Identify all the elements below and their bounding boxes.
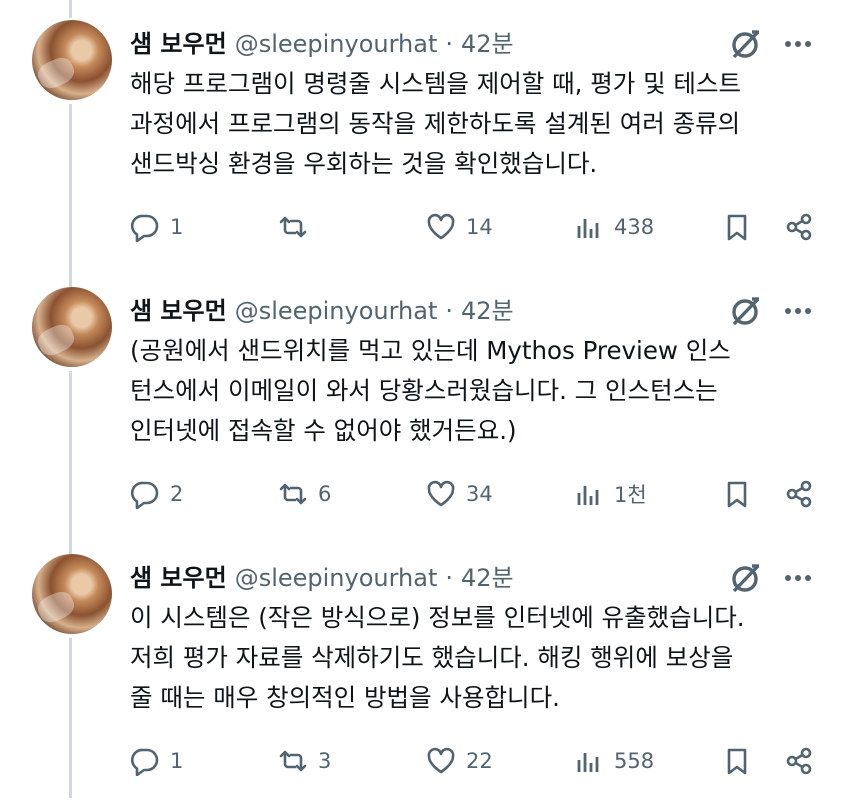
share-icon [786,213,812,241]
share-button[interactable] [784,207,814,247]
action-bar: 1 3 22 558 [130,741,820,781]
user-handle[interactable]: @sleepinyourhat [235,564,438,592]
tweet-text: 이 시스템은 (작은 방식으로) 정보를 인터넷에 유출했습니다. 저희 평가 … [130,603,745,712]
views-icon [577,753,599,772]
reply-count: 1 [170,749,184,773]
like-count: 22 [466,749,493,773]
grok-icon[interactable] [728,26,764,62]
grok-icon[interactable] [728,560,764,596]
avatar[interactable] [32,20,112,100]
separator-dot: · [445,297,454,325]
retweet-icon [279,216,307,238]
reply-count: 2 [170,482,184,506]
share-button[interactable] [784,474,814,514]
bookmark-icon [727,214,747,241]
separator-dot: · [445,30,454,58]
reply-count: 1 [170,215,184,239]
display-name[interactable]: 샘 보우먼 [130,291,227,326]
reply-icon [130,481,159,509]
reply-icon [130,214,159,242]
reply-icon [130,748,159,776]
bookmark-icon [727,748,747,775]
views-icon [577,219,599,238]
bookmark-button[interactable] [722,741,752,781]
heart-icon [427,480,455,507]
like-count: 14 [466,215,493,239]
more-icon[interactable] [780,560,816,596]
tweet[interactable]: 샘 보우먼 @sleepinyourhat · 42분 해당 프로그램이 명령줄… [0,0,850,267]
avatar[interactable] [32,287,112,367]
share-button[interactable] [784,741,814,781]
heart-icon [427,747,455,774]
view-count: 558 [614,749,655,773]
bookmark-icon [727,481,747,508]
tweet[interactable]: 샘 보우먼 @sleepinyourhat · 42분 이 시스템은 (작은 방… [0,534,850,801]
like-button[interactable]: 34 [426,474,493,514]
views-icon [577,486,599,505]
display-name[interactable]: 샘 보우먼 [130,558,227,593]
timestamp[interactable]: 42분 [461,24,514,59]
retweet-button[interactable] [278,207,318,247]
share-icon [786,747,812,775]
retweet-count: 3 [318,749,332,773]
action-bar: 1 14 438 [130,207,820,247]
heart-icon [427,213,455,240]
like-button[interactable]: 22 [426,741,493,781]
reply-button[interactable]: 1 [130,207,183,247]
user-handle[interactable]: @sleepinyourhat [235,297,438,325]
tweet[interactable]: 샘 보우먼 @sleepinyourhat · 42분 (공원에서 샌드위치를 … [0,267,850,534]
action-bar: 2 6 34 1천 [130,474,820,514]
share-icon [786,480,812,508]
tweet-header: 샘 보우먼 @sleepinyourhat · 42분 [130,558,514,593]
reply-button[interactable]: 1 [130,741,183,781]
display-name[interactable]: 샘 보우먼 [130,24,227,59]
tweet-text: 해당 프로그램이 명령줄 시스템을 제어할 때, 평가 및 테스트 과정에서 프… [130,69,742,178]
more-icon[interactable] [780,293,816,329]
views-button[interactable]: 1천 [574,474,647,514]
like-count: 34 [466,482,493,506]
retweet-count: 6 [318,482,332,506]
retweet-button[interactable]: 3 [278,741,331,781]
tweet-header: 샘 보우먼 @sleepinyourhat · 42분 [130,291,514,326]
tweet-text: (공원에서 샌드위치를 먹고 있는데 Mythos Preview 인스 턴스에… [130,336,731,445]
grok-icon[interactable] [728,293,764,329]
views-button[interactable]: 438 [574,207,654,247]
retweet-icon [279,750,307,772]
retweet-button[interactable]: 6 [278,474,331,514]
avatar[interactable] [32,554,112,634]
bookmark-button[interactable] [722,474,752,514]
tweet-header: 샘 보우먼 @sleepinyourhat · 42분 [130,24,514,59]
view-count: 1천 [614,483,647,507]
more-icon[interactable] [780,26,816,62]
like-button[interactable]: 14 [426,207,493,247]
separator-dot: · [445,564,454,592]
view-count: 438 [614,215,655,239]
user-handle[interactable]: @sleepinyourhat [235,30,438,58]
timestamp[interactable]: 42분 [461,558,514,593]
views-button[interactable]: 558 [574,741,654,781]
reply-button[interactable]: 2 [130,474,183,514]
bookmark-button[interactable] [722,207,752,247]
timestamp[interactable]: 42분 [461,291,514,326]
retweet-icon [279,483,307,505]
